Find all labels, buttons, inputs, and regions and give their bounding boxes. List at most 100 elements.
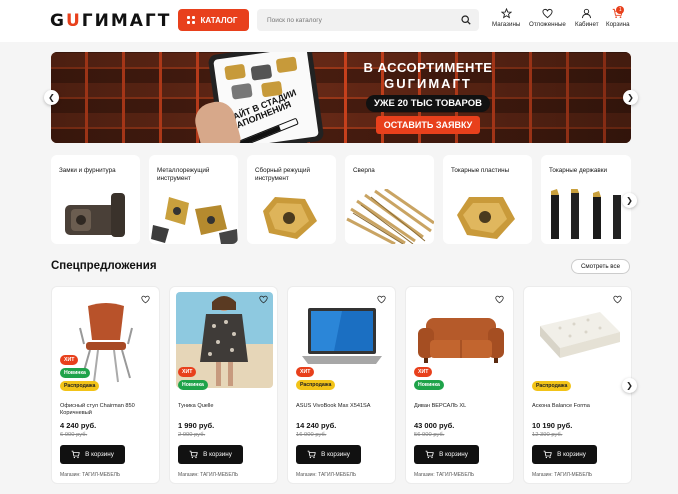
heart-icon[interactable] (259, 295, 268, 304)
category-card-locks[interactable]: Замки и фурнитура (51, 155, 140, 244)
heart-icon[interactable] (613, 295, 622, 304)
site-logo[interactable]: GUГИМАГТ (50, 11, 171, 31)
category-card-turning-inserts[interactable]: Токарные пластины (443, 155, 532, 244)
cart-icon (189, 450, 198, 459)
search-input[interactable] (257, 9, 447, 32)
product-name[interactable]: Диван ВЕРСАЛЬ XL (414, 403, 509, 410)
search-box (257, 9, 479, 32)
insert-image (263, 197, 317, 239)
search-icon (461, 15, 471, 25)
promo-banner[interactable]: САЙТ В СТАДИИ НАПОЛНЕНИЯ В АССОРТИМЕНТЕ G… (51, 52, 631, 143)
star-icon (500, 8, 512, 19)
insert-image (457, 197, 515, 239)
badge-new: Новинка (178, 380, 208, 390)
product-card[interactable]: Распродажа Аскона Balance Forma 10 190 р… (523, 286, 632, 484)
product-name[interactable]: Туника Quelle (178, 403, 273, 410)
badge-list: ХИТ Новинка (178, 367, 208, 390)
badge-list: ХИТ Распродажа (296, 367, 336, 390)
category-card-metal-cutting[interactable]: Металлорежущий инструмент (149, 155, 238, 244)
add-to-cart-button[interactable]: В корзину (414, 445, 479, 464)
add-to-cart-button[interactable]: В корзину (296, 445, 361, 464)
product-image (530, 292, 627, 388)
product-card[interactable]: ХИТ Новинка Туника Quelle 1 990 руб. 2 9… (169, 286, 278, 484)
banner-headline: В АССОРТИМЕНТЕ (363, 60, 493, 75)
category-card-drills[interactable]: Сверла (345, 155, 434, 244)
product-price: 14 240 руб. (296, 421, 337, 430)
category-label: Металлорежущий инструмент (157, 167, 210, 182)
product-name[interactable]: ASUS VivoBook Max X541SA (296, 403, 391, 410)
categories-next-button[interactable]: ❯ (622, 193, 637, 208)
chevron-right-icon: ❯ (626, 381, 633, 390)
banner-brand: GUГИМАГТ (384, 76, 472, 91)
holder-image (551, 189, 621, 239)
chevron-right-icon: ❯ (626, 196, 633, 205)
product-card[interactable]: ХИТ Распродажа ASUS VivoBook Max X541SA … (287, 286, 396, 484)
header-stores-label: Магазины (492, 21, 521, 28)
banner-prev-button[interactable]: ❮ (44, 90, 59, 105)
cart-icon (307, 450, 316, 459)
heart-icon[interactable] (377, 295, 386, 304)
product-old-price: 16 900 руб. (296, 432, 327, 438)
cart-icon (425, 450, 434, 459)
badge-sale: Распродажа (296, 380, 336, 390)
badge-list: Распродажа (532, 381, 572, 391)
header-stores[interactable]: Магазины (492, 8, 520, 28)
product-card[interactable]: ХИТ Новинка Диван ВЕРСАЛЬ XL 43 000 руб.… (405, 286, 514, 484)
badge-sale: Распродажа (532, 381, 572, 391)
header-account[interactable]: Кабинет (575, 8, 599, 28)
see-all-button[interactable]: Смотреть все (571, 259, 630, 274)
add-to-cart-button[interactable]: В корзину (178, 445, 243, 464)
product-price: 1 990 руб. (178, 421, 215, 430)
shop-name: Магазин: ТАГИЛ-МЕБЕЛЬ (414, 472, 475, 478)
add-to-cart-button[interactable]: В корзину (532, 445, 597, 464)
grid-icon (187, 16, 195, 24)
badge-list: ХИТ Новинка Распродажа (60, 355, 100, 391)
cart-icon (71, 450, 80, 459)
section-title: Спецпредложения (51, 260, 157, 272)
badge-hit: ХИТ (296, 367, 315, 377)
product-name[interactable]: Аскона Balance Forma (532, 403, 627, 410)
category-card-turning-holders[interactable]: Токарные державки (541, 155, 631, 244)
header-account-label: Кабинет (575, 21, 599, 28)
shop-name: Магазин: ТАГИЛ-МЕБЕЛЬ (532, 472, 593, 478)
banner-subheadline: УЖЕ 20 ТЫС ТОВАРОВ (366, 95, 490, 112)
header-wishlist[interactable]: Отложенные (529, 8, 566, 28)
badge-hit: ХИТ (60, 355, 79, 365)
badge-new: Новинка (60, 368, 90, 378)
heart-icon[interactable] (141, 295, 150, 304)
cart-icon (543, 450, 552, 459)
heart-icon[interactable] (495, 295, 504, 304)
badge-list: ХИТ Новинка (414, 367, 444, 390)
product-price: 43 000 руб. (414, 421, 455, 430)
header-cart-label: Корзина (606, 21, 630, 28)
banner-next-button[interactable]: ❯ (623, 90, 638, 105)
badge-hit: ХИТ (178, 367, 197, 377)
category-label: Токарные пластины (451, 167, 510, 174)
products-next-button[interactable]: ❯ (622, 378, 637, 393)
heart-icon (542, 8, 553, 19)
drill-image (346, 189, 434, 244)
page: GUГИМАГТ КАТАЛОГ Магазины Отложенные Каб… (0, 0, 678, 494)
header-wishlist-label: Отложенные (529, 21, 566, 28)
user-icon (582, 8, 592, 19)
catalog-button-label: КАТАЛОГ (200, 15, 238, 25)
product-price: 10 190 руб. (532, 421, 573, 430)
chevron-left-icon: ❮ (48, 93, 55, 102)
category-label: Сверла (353, 167, 375, 174)
search-button[interactable] (453, 9, 479, 31)
product-old-price: 6 900 руб. (60, 432, 88, 438)
shop-name: Магазин: ТАГИЛ-МЕБЕЛЬ (178, 472, 239, 478)
product-old-price: 2 900 руб. (178, 432, 206, 438)
banner-text: В АССОРТИМЕНТЕ GUГИМАГТ УЖЕ 20 ТЫС ТОВАР… (333, 60, 523, 134)
shop-name: Магазин: ТАГИЛ-МЕБЕЛЬ (60, 472, 121, 478)
add-to-cart-button[interactable]: В корзину (60, 445, 125, 464)
category-card-assembled-tools[interactable]: Сборный режущий инструмент (247, 155, 336, 244)
product-old-price: 56 900 руб. (414, 432, 445, 438)
product-card[interactable]: ХИТ Новинка Распродажа Офисный стул Chai… (51, 286, 160, 484)
product-name[interactable]: Офисный стул Chairman 850 Коричневый (60, 403, 155, 417)
catalog-button[interactable]: КАТАЛОГ (178, 9, 249, 31)
banner-cta-button[interactable]: ОСТАВИТЬ ЗАЯВКУ (375, 116, 481, 134)
product-old-price: 12 390 руб. (532, 432, 563, 438)
header-cart[interactable]: 1 Корзина (606, 6, 630, 28)
product-price: 4 240 руб. (60, 421, 97, 430)
